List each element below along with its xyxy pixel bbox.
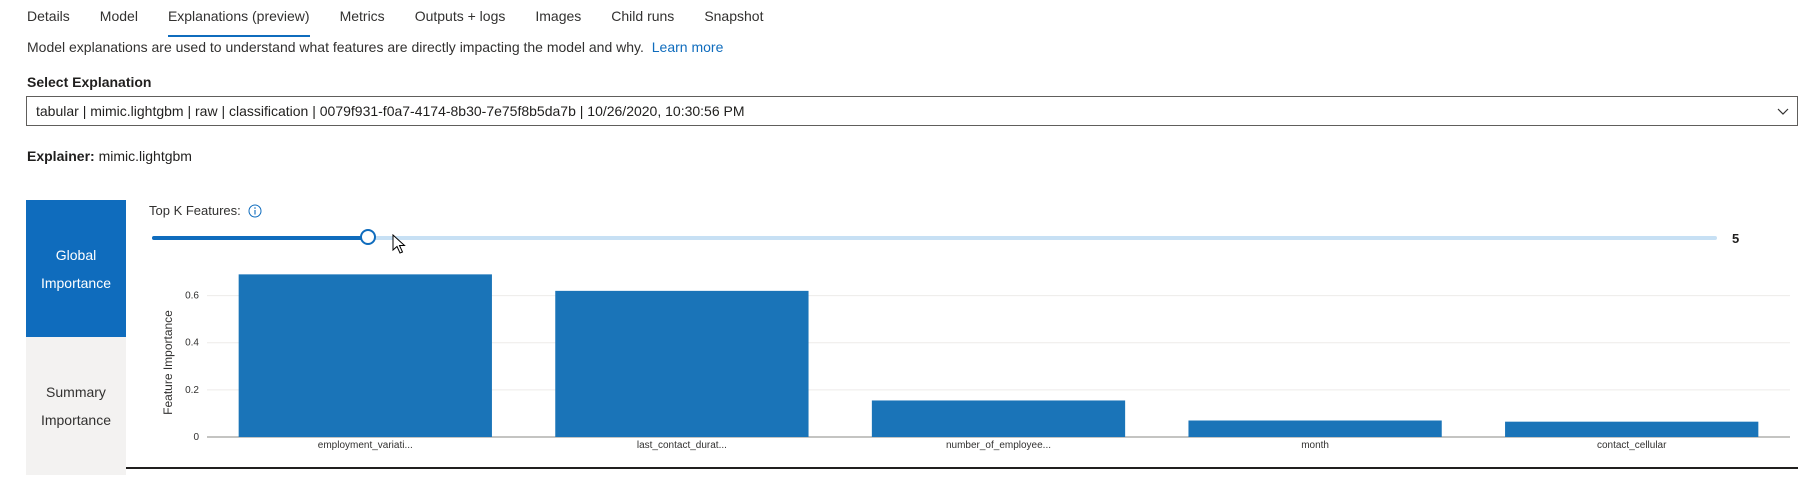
y-axis-label: Feature Importance (161, 310, 175, 415)
x-tick-label: contact_cellular (1597, 440, 1667, 451)
bar (238, 274, 492, 437)
y-tick-label: 0.2 (185, 385, 199, 396)
tab-metrics[interactable]: Metrics (340, 0, 385, 36)
tab-outputs-logs[interactable]: Outputs + logs (415, 0, 506, 36)
select-explanation-dropdown[interactable]: tabular | mimic.lightgbm | raw | classif… (26, 96, 1798, 126)
x-tick-label: employment_variati... (318, 440, 413, 451)
feature-importance-chart: 0 0.2 0.4 0.6 Feature Importance employment_v… (161, 274, 1790, 451)
divider (126, 467, 1798, 469)
tab-explanations[interactable]: Explanations (preview) (167, 0, 310, 37)
bar (871, 400, 1126, 437)
select-explanation-label: Select Explanation (27, 74, 152, 90)
tab-bar: Details Model Explanations (preview) Met… (27, 0, 793, 38)
bar (1188, 420, 1442, 437)
mouse-cursor-icon (392, 234, 406, 254)
explainer-info: Explainer: mimic.lightgbm (27, 148, 192, 164)
topk-slider-fill (152, 236, 372, 240)
chevron-down-icon (1777, 108, 1789, 115)
topk-value: 5 (1732, 231, 1740, 246)
x-tick-label: number_of_employee... (946, 440, 1051, 451)
tab-images[interactable]: Images (535, 0, 581, 36)
description: Model explanations are used to understan… (27, 39, 723, 55)
topk-slider-thumb[interactable] (360, 229, 376, 245)
y-tick-label: 0 (193, 432, 199, 443)
summary-importance-line2: Importance (40, 412, 112, 428)
explainer-value: mimic.lightgbm (98, 148, 192, 164)
summary-importance-tab[interactable]: Summary Importance (26, 337, 126, 475)
tab-model[interactable]: Model (100, 0, 138, 36)
bar (1505, 421, 1759, 437)
tab-details[interactable]: Details (27, 0, 70, 36)
x-tick-label: month (1301, 440, 1329, 451)
description-text: Model explanations are used to understan… (27, 39, 644, 55)
learn-more-link[interactable]: Learn more (652, 39, 724, 55)
y-tick-label: 0.6 (185, 291, 199, 302)
summary-importance-line1: Summary (46, 384, 106, 400)
topk-slider-track[interactable] (152, 236, 1717, 240)
x-tick-label: last_contact_durat... (637, 440, 727, 451)
global-importance-line2: Importance (40, 274, 112, 291)
explainer-label: Explainer: (27, 148, 95, 164)
y-tick-label: 0.4 (185, 338, 199, 349)
select-explanation-value: tabular | mimic.lightgbm | raw | classif… (36, 103, 745, 119)
tab-snapshot[interactable]: Snapshot (704, 0, 763, 36)
tab-child-runs[interactable]: Child runs (611, 0, 674, 36)
global-importance-line1: Global (55, 246, 97, 263)
topk-label: Top K Features: (149, 203, 241, 218)
info-icon[interactable] (248, 204, 262, 218)
topk-label-row: Top K Features: (149, 203, 262, 218)
global-importance-tab[interactable]: Global Importance (26, 200, 126, 337)
bar (555, 290, 809, 437)
